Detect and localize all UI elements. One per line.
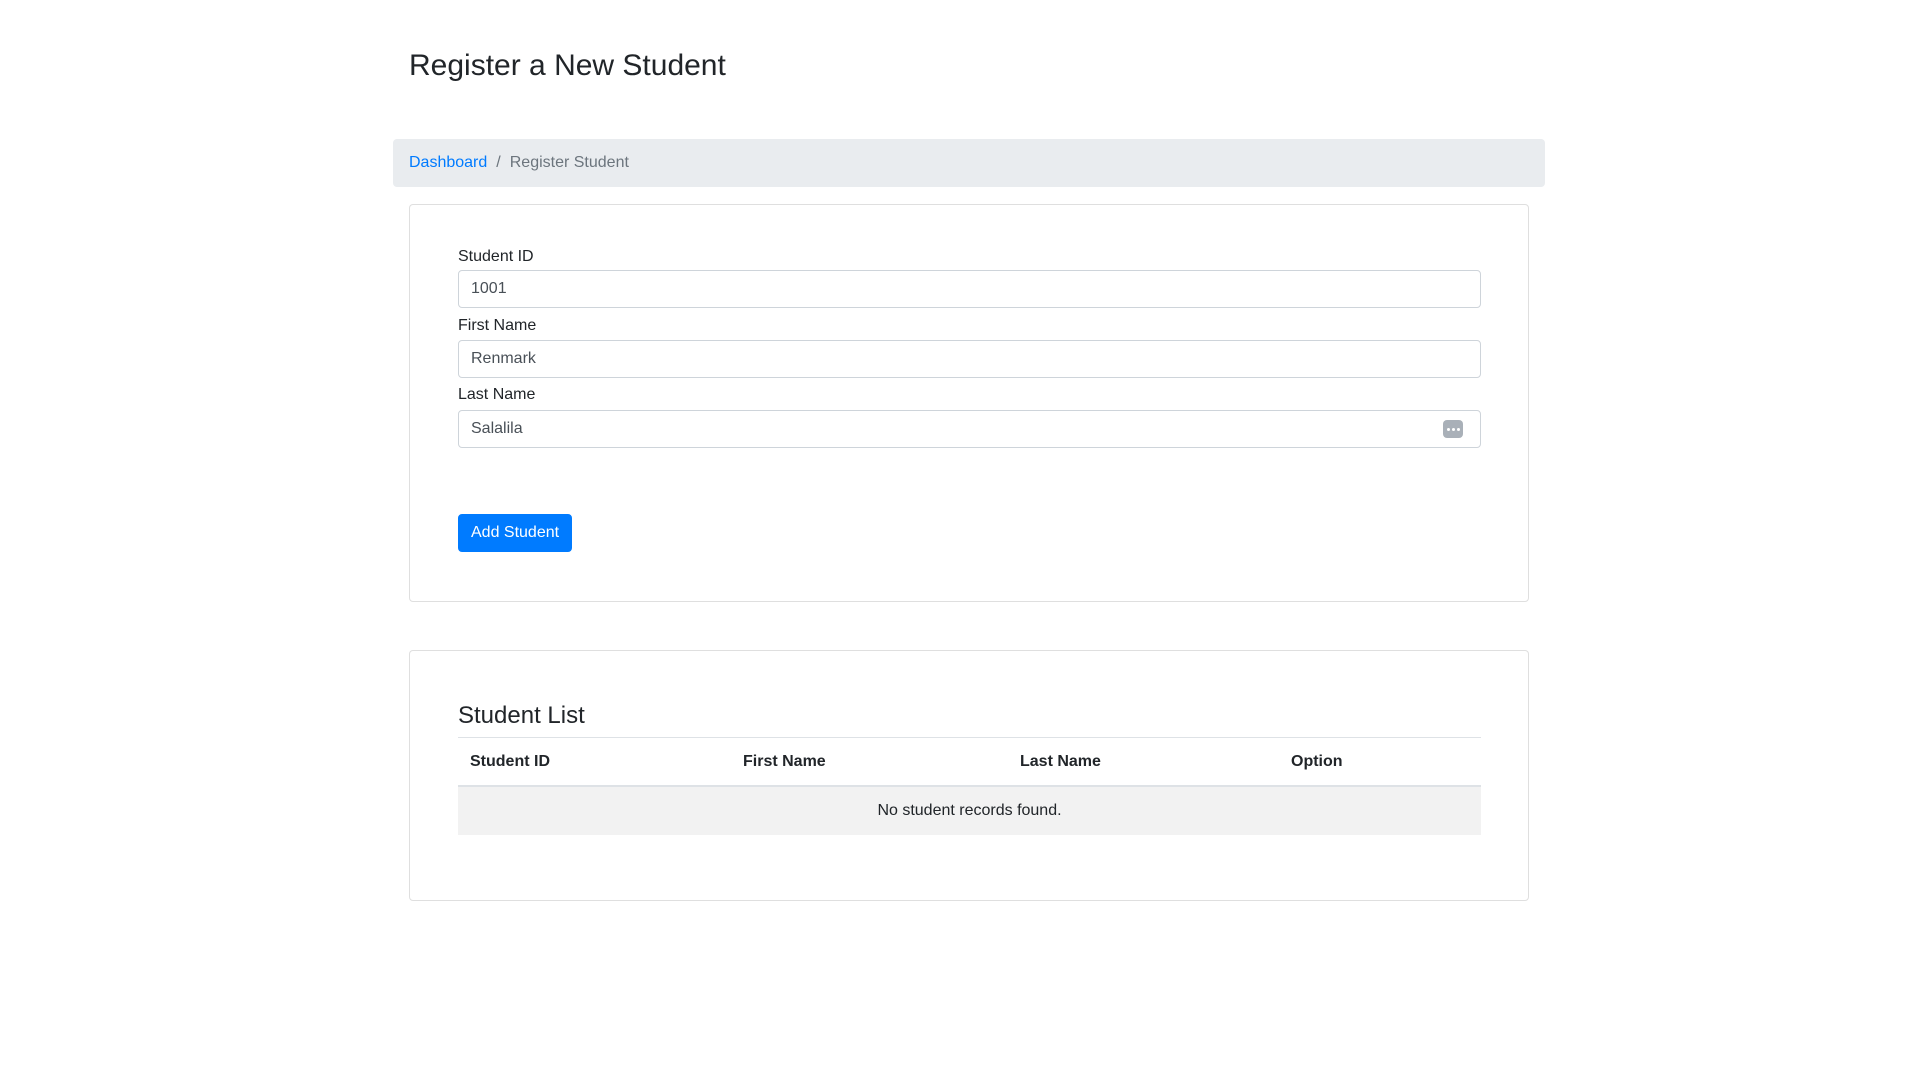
empty-table-message: No student records found. (458, 786, 1481, 835)
student-table: Student ID First Name Last Name Option N… (458, 738, 1481, 835)
breadcrumb-dashboard-link[interactable]: Dashboard (409, 154, 487, 172)
column-header-option: Option (1279, 738, 1481, 787)
page-title: Register a New Student (409, 49, 726, 82)
student-id-input[interactable] (458, 270, 1481, 308)
breadcrumb-separator: / (496, 154, 501, 171)
column-header-last-name: Last Name (1008, 738, 1279, 787)
breadcrumb: Dashboard / Register Student (393, 139, 1545, 187)
breadcrumb-current: Register Student (509, 154, 629, 171)
column-header-first-name: First Name (731, 738, 1008, 787)
table-row: No student records found. (458, 786, 1481, 835)
register-student-card: Student ID First Name Last Name Add Stud… (409, 204, 1529, 602)
page: Register a New Student Dashboard / Regis… (0, 0, 1920, 1067)
student-id-label: Student ID (458, 248, 534, 265)
column-header-student-id: Student ID (458, 738, 731, 787)
student-list-card: Student List Student ID First Name Last … (409, 650, 1529, 901)
last-name-field-wrapper (458, 410, 1481, 448)
add-student-button[interactable]: Add Student (458, 514, 573, 552)
student-list-title: Student List (458, 702, 585, 729)
last-name-label: Last Name (458, 386, 536, 403)
table-header-row: Student ID First Name Last Name Option (458, 738, 1481, 787)
password-manager-dots-icon[interactable] (1443, 420, 1463, 438)
first-name-label: First Name (458, 317, 537, 334)
last-name-input[interactable] (458, 410, 1481, 448)
first-name-input[interactable] (458, 340, 1481, 378)
